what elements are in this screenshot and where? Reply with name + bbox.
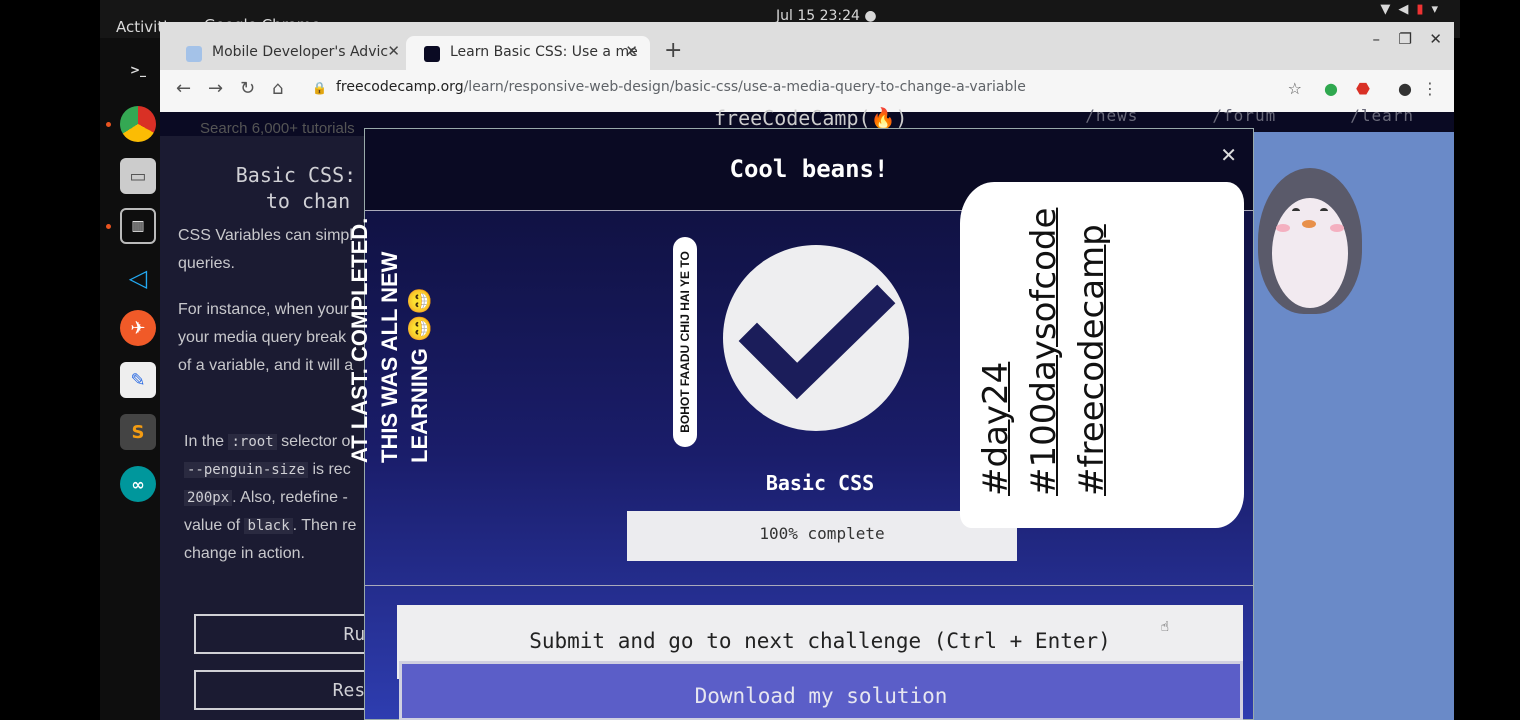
nav-link-learn[interactable]: /learn: [1350, 106, 1414, 125]
window-close-icon[interactable]: ✕: [1429, 30, 1442, 48]
url-text: freecodecamp.org/learn/responsive-web-de…: [336, 79, 1026, 95]
system-tray[interactable]: ▼◀▮▾: [1380, 2, 1446, 17]
pointer-cursor-icon: ☝: [1160, 619, 1169, 635]
new-tab-button[interactable]: +: [664, 38, 682, 63]
browser-window: Mobile Developer's Advic ✕ Learn Basic C…: [160, 22, 1454, 112]
profile-avatar[interactable]: ●: [1398, 79, 1412, 98]
address-bar[interactable]: 🔒 freecodecamp.org/learn/responsive-web-…: [308, 74, 1268, 106]
penguin-illustration: [1258, 168, 1362, 314]
home-icon[interactable]: ⌂: [272, 78, 283, 99]
menu-icon[interactable]: ⋮: [1422, 79, 1438, 98]
vscode-icon[interactable]: ◁: [120, 260, 156, 296]
divider: [365, 585, 1253, 586]
files-icon[interactable]: ▭: [120, 158, 156, 194]
tab-mobile-developer[interactable]: Mobile Developer's Advic ✕: [168, 36, 412, 70]
tab-learn-basic-css[interactable]: Learn Basic CSS: Use a me ✕: [406, 36, 650, 70]
run-tests-button[interactable]: Run: [194, 614, 384, 654]
reset-button[interactable]: Rese: [194, 670, 384, 710]
volume-icon: ◀: [1398, 2, 1417, 17]
chrome-icon[interactable]: [120, 106, 156, 142]
back-icon[interactable]: ←: [176, 78, 191, 99]
lock-icon: 🔒: [312, 81, 327, 95]
page-favicon-icon: [186, 46, 202, 62]
terminal-split-icon[interactable]: ▥: [120, 208, 156, 244]
running-indicator: [106, 122, 111, 127]
battery-icon: ▮: [1416, 2, 1432, 17]
modal-title: Cool beans!: [729, 155, 889, 183]
chevron-down-icon: ▾: [1431, 2, 1446, 17]
close-icon[interactable]: ✕: [1220, 143, 1237, 167]
text-editor-icon[interactable]: ✎: [120, 362, 156, 398]
close-icon[interactable]: ✕: [625, 42, 638, 60]
forward-icon[interactable]: →: [208, 78, 223, 99]
caption-sticker: AT LAST. COMPLETED. THIS WAS ALL NEW LEA…: [347, 217, 432, 463]
tab-title: Learn Basic CSS: Use a me: [450, 44, 638, 60]
preview-pane: [1250, 132, 1454, 720]
tab-title: Mobile Developer's Advic: [212, 44, 389, 60]
fcc-favicon-icon: [424, 46, 440, 62]
fcc-logo[interactable]: freeCodeCamp(🔥): [714, 106, 907, 130]
reload-icon[interactable]: ↻: [240, 78, 255, 99]
sublime-icon[interactable]: S: [120, 414, 156, 450]
close-icon[interactable]: ✕: [387, 42, 400, 60]
search-input[interactable]: Search 6,000+ tutorials: [200, 120, 355, 137]
adblock-extension-icon[interactable]: ⬣: [1356, 79, 1370, 98]
progress-label: 100% complete: [759, 524, 885, 543]
download-solution-button[interactable]: Download my solution: [399, 661, 1243, 720]
progress-bar: 100% complete: [627, 511, 1017, 561]
bookmark-star-icon[interactable]: ☆: [1288, 79, 1302, 98]
wifi-icon: ▼: [1380, 2, 1399, 17]
terminal-icon[interactable]: >_: [120, 52, 156, 88]
nav-link-news[interactable]: /news: [1085, 106, 1138, 125]
restore-icon[interactable]: ❐: [1399, 30, 1412, 48]
fcc-nav-links: /news/forum/learn: [1011, 106, 1414, 125]
minimize-icon[interactable]: –: [1373, 30, 1381, 48]
hashtag-sticker: #day24 #100daysofcode #freecodecamp: [976, 207, 1112, 496]
nav-link-forum[interactable]: /forum: [1212, 106, 1276, 125]
tab-strip: Mobile Developer's Advic ✕ Learn Basic C…: [160, 22, 1454, 70]
running-indicator: [106, 224, 111, 229]
caption-pill-sticker: BOHOT FAADU CHIJ HAI YE TO: [673, 237, 697, 447]
postman-icon[interactable]: ✈: [120, 310, 156, 346]
arduino-icon[interactable]: ∞: [120, 466, 156, 502]
checkmark-icon: [723, 245, 909, 431]
grammarly-extension-icon[interactable]: ●: [1324, 79, 1338, 98]
